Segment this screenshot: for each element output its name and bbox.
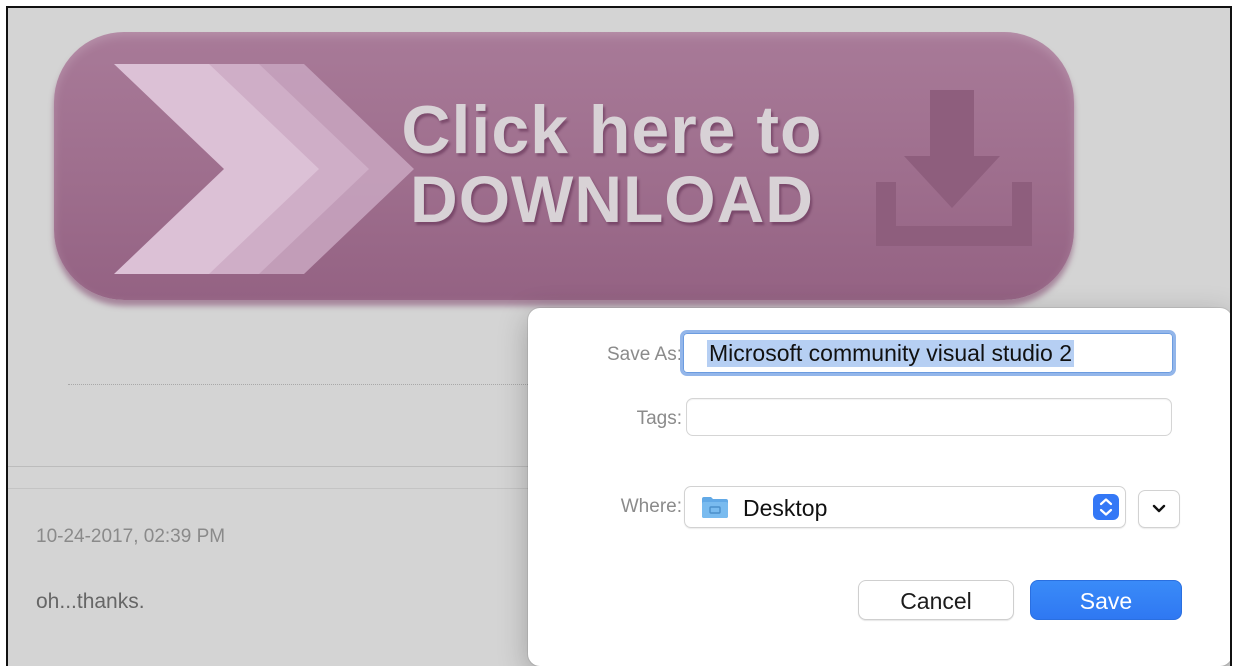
save-dialog: Save As: Microsoft community visual stud… <box>528 308 1230 666</box>
banner-text: Click here to DOWNLOAD <box>372 96 852 232</box>
where-location-popup[interactable]: Desktop <box>684 486 1126 528</box>
chevrons-right-icon <box>114 64 414 274</box>
save-as-value: Microsoft community visual studio 2 <box>707 340 1075 367</box>
save-as-label: Save As: <box>607 344 682 365</box>
banner-line-1: Click here to <box>401 92 823 168</box>
expand-dialog-button[interactable] <box>1138 490 1180 528</box>
cancel-button[interactable]: Cancel <box>858 580 1014 620</box>
browser-viewport: Click here to DOWNLOAD 10-24-2017, 02:39… <box>6 6 1232 666</box>
where-label: Where: <box>620 496 682 517</box>
tags-label: Tags: <box>636 408 682 429</box>
folder-icon <box>702 497 728 518</box>
download-tray-icon <box>876 90 1032 246</box>
banner-line-2: DOWNLOAD <box>410 162 814 236</box>
chevron-down-icon <box>1152 504 1166 513</box>
save-button[interactable]: Save <box>1030 580 1182 620</box>
post-timestamp: 10-24-2017, 02:39 PM <box>36 526 226 547</box>
tags-field[interactable] <box>686 398 1172 436</box>
download-banner[interactable]: Click here to DOWNLOAD <box>54 32 1074 300</box>
up-down-chevron-icon[interactable] <box>1093 494 1119 520</box>
post-body: oh...thanks. <box>36 590 145 613</box>
where-value: Desktop <box>743 495 828 521</box>
save-as-field[interactable]: Microsoft community visual studio 2 <box>680 330 1176 376</box>
